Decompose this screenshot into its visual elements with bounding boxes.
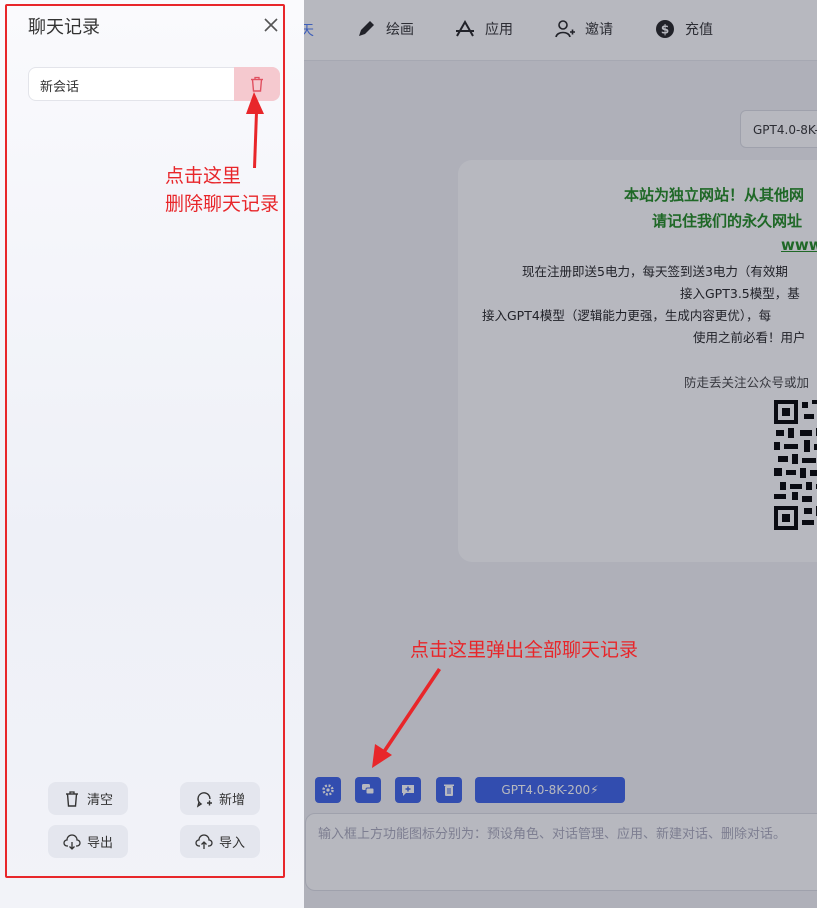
annotation-text: 点击这里 [165,165,242,187]
annotation-text: 删除聊天记录 [165,193,280,215]
annotation-frame [5,4,285,878]
annotation-text: 点击这里弹出全部聊天记录 [410,639,639,661]
